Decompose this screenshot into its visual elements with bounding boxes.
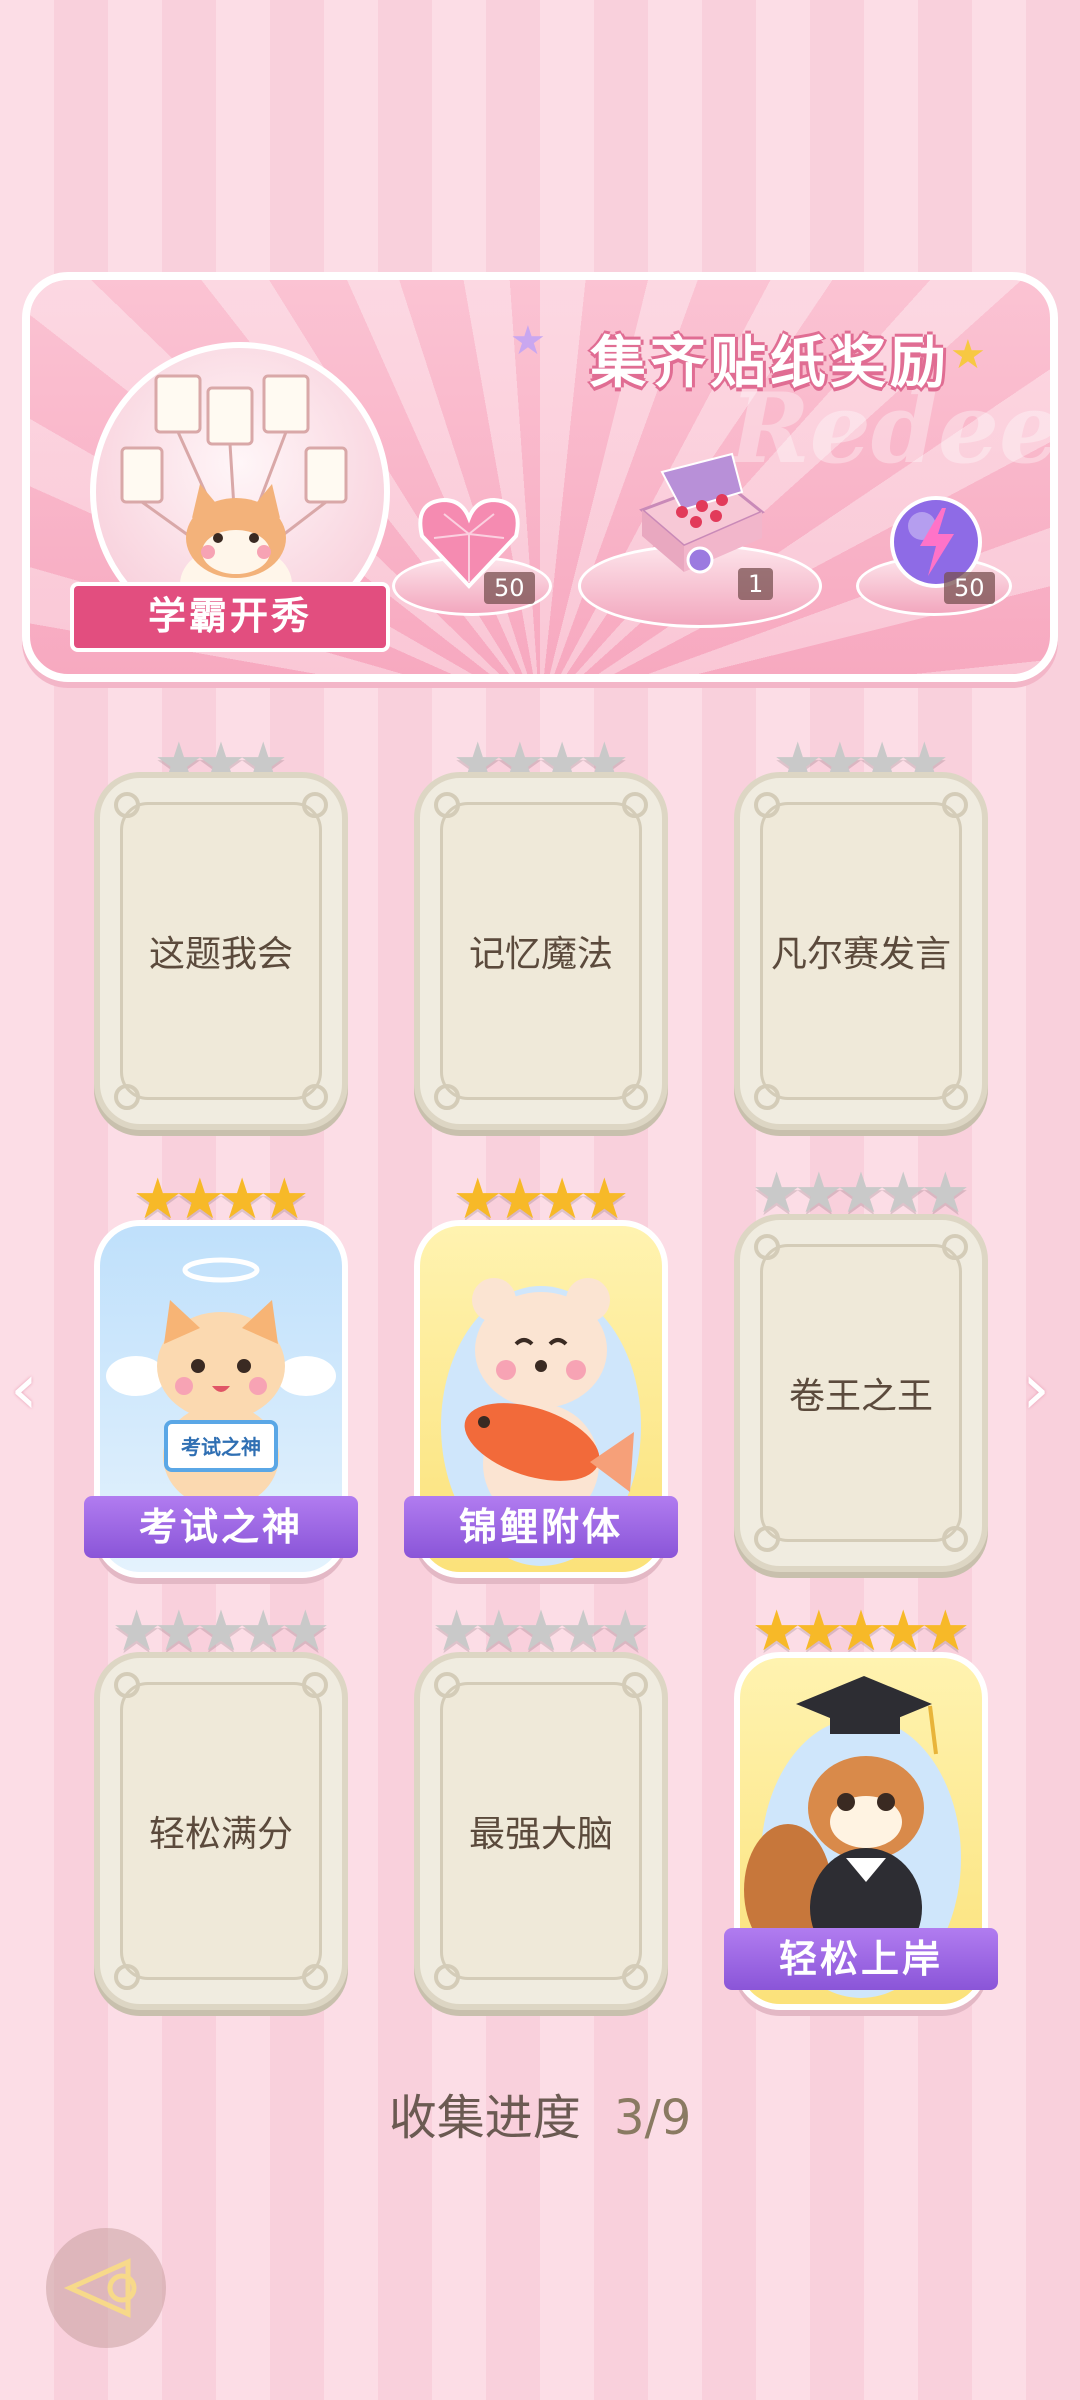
sticker-label-ribbon: 考试之神 xyxy=(84,1496,358,1558)
locked-card: 凡尔赛发言 xyxy=(734,772,988,1130)
sticker-card-7[interactable]: ★ ★ ★ ★ ★ 轻松满分 xyxy=(94,1604,348,2010)
sticker-card-2[interactable]: ★ ★ ★ ★ 记忆魔法 xyxy=(414,736,668,1130)
reward-qty: 50 xyxy=(944,572,995,604)
back-arrow-icon xyxy=(63,2258,137,2318)
sticker-card-8[interactable]: ★ ★ ★ ★ ★ 最强大脑 xyxy=(414,1604,668,2010)
sticker-reward-banner: Redeem ★ ★ 集齐贴纸奖励 xyxy=(22,272,1058,682)
sticker-label: 这题我会 xyxy=(148,934,293,975)
prev-page-arrow[interactable]: ‹ xyxy=(10,1348,38,1430)
sticker-card-1[interactable]: ★ ★ ★ 这题我会 xyxy=(94,736,348,1130)
sticker-card-4[interactable]: ★ ★ ★ ★ 考试之神 考试之神 xyxy=(84,1172,358,1578)
badge-label: 学霸开秀 xyxy=(70,582,390,652)
locked-card: 最强大脑 xyxy=(414,1652,668,2010)
locked-card: 这题我会 xyxy=(94,772,348,1130)
sticker-label-ribbon: 轻松上岸 xyxy=(724,1928,998,1990)
sticker-label: 记忆魔法 xyxy=(468,934,613,975)
sticker-card-6[interactable]: ★ ★ ★ ★ ★ 卷王之王 xyxy=(734,1166,988,1572)
sticker-label-ribbon: 锦鲤附体 xyxy=(404,1496,678,1558)
locked-card: 记忆魔法 xyxy=(414,772,668,1130)
star-deco-icon: ★ xyxy=(510,318,546,364)
sticker-label: 凡尔赛发言 xyxy=(770,934,951,975)
progress-value: 3/9 xyxy=(614,2090,692,2146)
sign-text: 考试之神 xyxy=(181,1435,261,1459)
banner-title: 集齐贴纸奖励 xyxy=(590,331,950,396)
back-button[interactable] xyxy=(46,2228,166,2348)
reward-qty: 1 xyxy=(738,568,774,600)
sticker-label: 最强大脑 xyxy=(468,1814,613,1855)
sticker-card-9[interactable]: ★ ★ ★ ★ ★ 轻松上岸 xyxy=(724,1604,998,2010)
reward-qty: 50 xyxy=(484,572,535,604)
next-page-arrow[interactable]: › xyxy=(1022,1348,1050,1430)
locked-card: 卷王之王 xyxy=(734,1214,988,1572)
locked-card: 轻松满分 xyxy=(94,1652,348,2010)
sticker-card-3[interactable]: ★ ★ ★ ★ 凡尔赛发言 xyxy=(734,736,988,1130)
progress-label: 收集进度 xyxy=(388,2090,581,2146)
gift-box-icon[interactable] xyxy=(622,450,772,584)
sticker-label: 轻松满分 xyxy=(148,1814,293,1855)
collection-progress: 收集进度 3/9 xyxy=(0,2078,1080,2148)
sticker-label: 卷王之王 xyxy=(788,1376,933,1417)
sticker-card-5[interactable]: ★ ★ ★ ★ 锦鲤附体 xyxy=(404,1172,678,1578)
